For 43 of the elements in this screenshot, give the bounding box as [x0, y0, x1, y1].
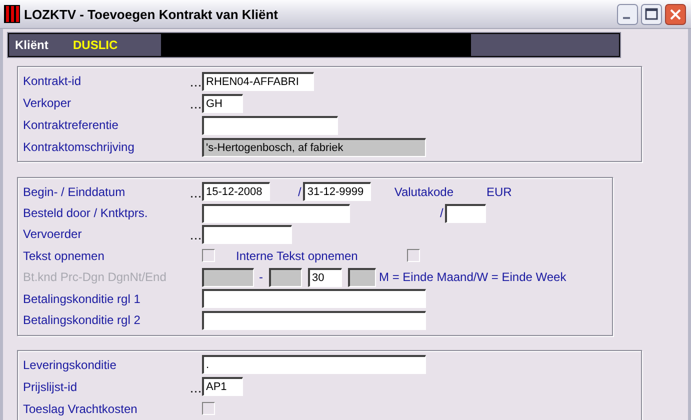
field-label: Betalingskonditie rgl 1: [22, 292, 142, 306]
input-field[interactable]: 31-12-9999: [303, 182, 372, 202]
field-label: Vervoerder: [22, 227, 83, 242]
field-label: Tekst opnemen: [22, 248, 106, 263]
client-code: DUSLIC: [73, 37, 119, 54]
field-label: Begin- / Einddatum: [22, 184, 126, 199]
field-label: Prijslijst-id: [22, 380, 78, 394]
input-field[interactable]: .: [202, 355, 426, 374]
input-field[interactable]: [445, 204, 486, 223]
field-label: Valutakode: [394, 184, 454, 199]
client-label: Kliënt: [14, 37, 50, 54]
window-title: LOZKTV - Toevoegen Kontrakt van Kliënt: [24, 6, 280, 22]
field-label: EUR: [486, 184, 512, 199]
input-field[interactable]: [202, 310, 426, 330]
field-label: Besteld door / Kntktprs.: [22, 206, 149, 220]
field-label: Verkoper: [22, 96, 72, 110]
input-field[interactable]: [202, 289, 426, 308]
input-field[interactable]: AP1: [202, 377, 243, 396]
field-label: Kontraktreferentie: [22, 118, 120, 132]
field-label: Interne Tekst opnemen: [236, 248, 358, 263]
field-label: Toeslag Vrachtkosten: [22, 402, 138, 416]
separator-text: /: [440, 206, 444, 220]
separator-text: -: [259, 270, 263, 284]
close-icon[interactable]: [665, 4, 686, 24]
minimize-icon[interactable]: [617, 4, 638, 24]
checkbox[interactable]: [202, 249, 215, 262]
input-field[interactable]: [202, 116, 338, 134]
field-label: Leveringskonditie: [22, 358, 118, 372]
separator-text: /: [298, 184, 302, 199]
app-icon: [4, 5, 20, 23]
checkbox[interactable]: [202, 402, 215, 416]
field-label: Kontrakt-id: [22, 74, 82, 88]
input-field[interactable]: [202, 204, 350, 223]
field-label: Kontraktomschrijving: [22, 140, 136, 154]
field-label: Bt.knd Prc-Dgn DgnNt/End: [22, 270, 168, 284]
input-field[interactable]: [202, 224, 292, 244]
maximize-icon[interactable]: [641, 4, 662, 24]
input-field[interactable]: GH: [202, 94, 243, 112]
checkbox[interactable]: [406, 249, 420, 262]
input-field[interactable]: 15-12-2008: [202, 182, 270, 202]
input-field[interactable]: RHEN04-AFFABRI: [202, 72, 314, 90]
field-label: Betalingskonditie rgl 2: [22, 313, 142, 328]
field-label: M = Einde Maand/W = Einde Week: [379, 270, 566, 284]
